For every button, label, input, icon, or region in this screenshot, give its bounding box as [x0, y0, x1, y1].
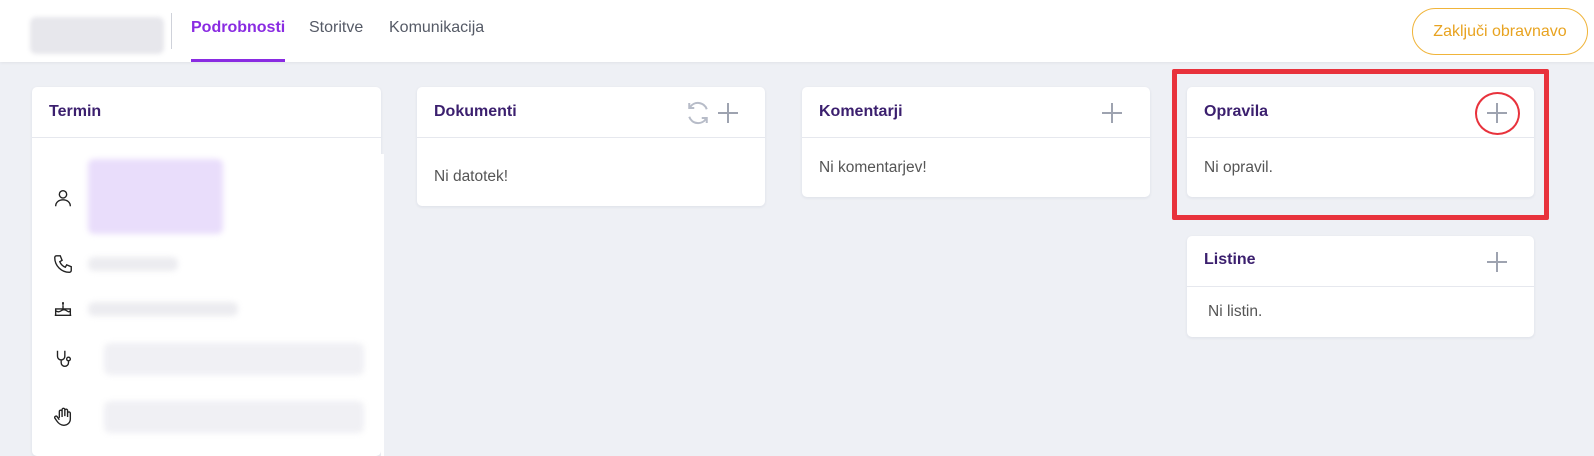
add-task-button[interactable] [1482, 98, 1512, 128]
empty-message: Ni listin. [1208, 303, 1263, 320]
phone-icon [52, 253, 74, 275]
phone-blurred [88, 257, 178, 271]
reason-select-blurred[interactable] [104, 401, 364, 433]
top-bar: Podrobnosti Storitve Komunikacija Zaklju… [0, 0, 1594, 62]
birthdate-blurred [88, 302, 238, 316]
opravila-card: Opravila Ni opravil. [1187, 87, 1534, 197]
cake-icon [52, 297, 74, 319]
card-header: Listine [1187, 236, 1534, 287]
refresh-icon[interactable] [683, 98, 713, 128]
termin-card-edge [381, 154, 384, 456]
empty-message: Ni opravil. [1204, 159, 1273, 176]
plus-icon [1102, 103, 1122, 123]
patient-name-blurred [88, 159, 223, 234]
card-header: Termin [32, 87, 381, 138]
card-title: Dokumenti [434, 103, 517, 120]
tab-storitve[interactable]: Storitve [309, 19, 363, 62]
add-document-button[interactable] [713, 98, 743, 128]
add-comment-button[interactable] [1097, 98, 1127, 128]
plus-icon [1487, 103, 1507, 123]
doctor-select-blurred[interactable] [104, 343, 364, 375]
card-title: Termin [49, 103, 102, 120]
empty-message: Ni komentarjev! [819, 159, 927, 176]
user-icon [52, 187, 74, 209]
tab-komunikacija[interactable]: Komunikacija [389, 19, 484, 62]
empty-message: Ni datotek! [434, 168, 509, 185]
termin-card: Termin [32, 87, 381, 456]
komentarji-card: Komentarji Ni komentarjev! [802, 87, 1150, 197]
card-title: Opravila [1204, 103, 1269, 120]
card-title: Komentarji [819, 103, 903, 120]
add-document-list-button[interactable] [1482, 247, 1512, 277]
card-header: Opravila [1187, 87, 1534, 138]
plus-icon [1487, 252, 1507, 272]
card-title: Listine [1204, 251, 1256, 268]
finish-treatment-button[interactable]: Zaključi obravnavo [1412, 8, 1588, 55]
brand-logo [30, 17, 164, 54]
card-header: Dokumenti [417, 87, 765, 138]
divider [171, 13, 172, 49]
dokumenti-card: Dokumenti Ni datotek! [417, 87, 765, 206]
stethoscope-icon [52, 348, 74, 370]
card-header: Komentarji [802, 87, 1150, 138]
tab-podrobnosti[interactable]: Podrobnosti [191, 19, 286, 62]
hand-icon [52, 406, 74, 428]
listine-card: Listine Ni listin. [1187, 236, 1534, 337]
plus-icon [718, 103, 738, 123]
